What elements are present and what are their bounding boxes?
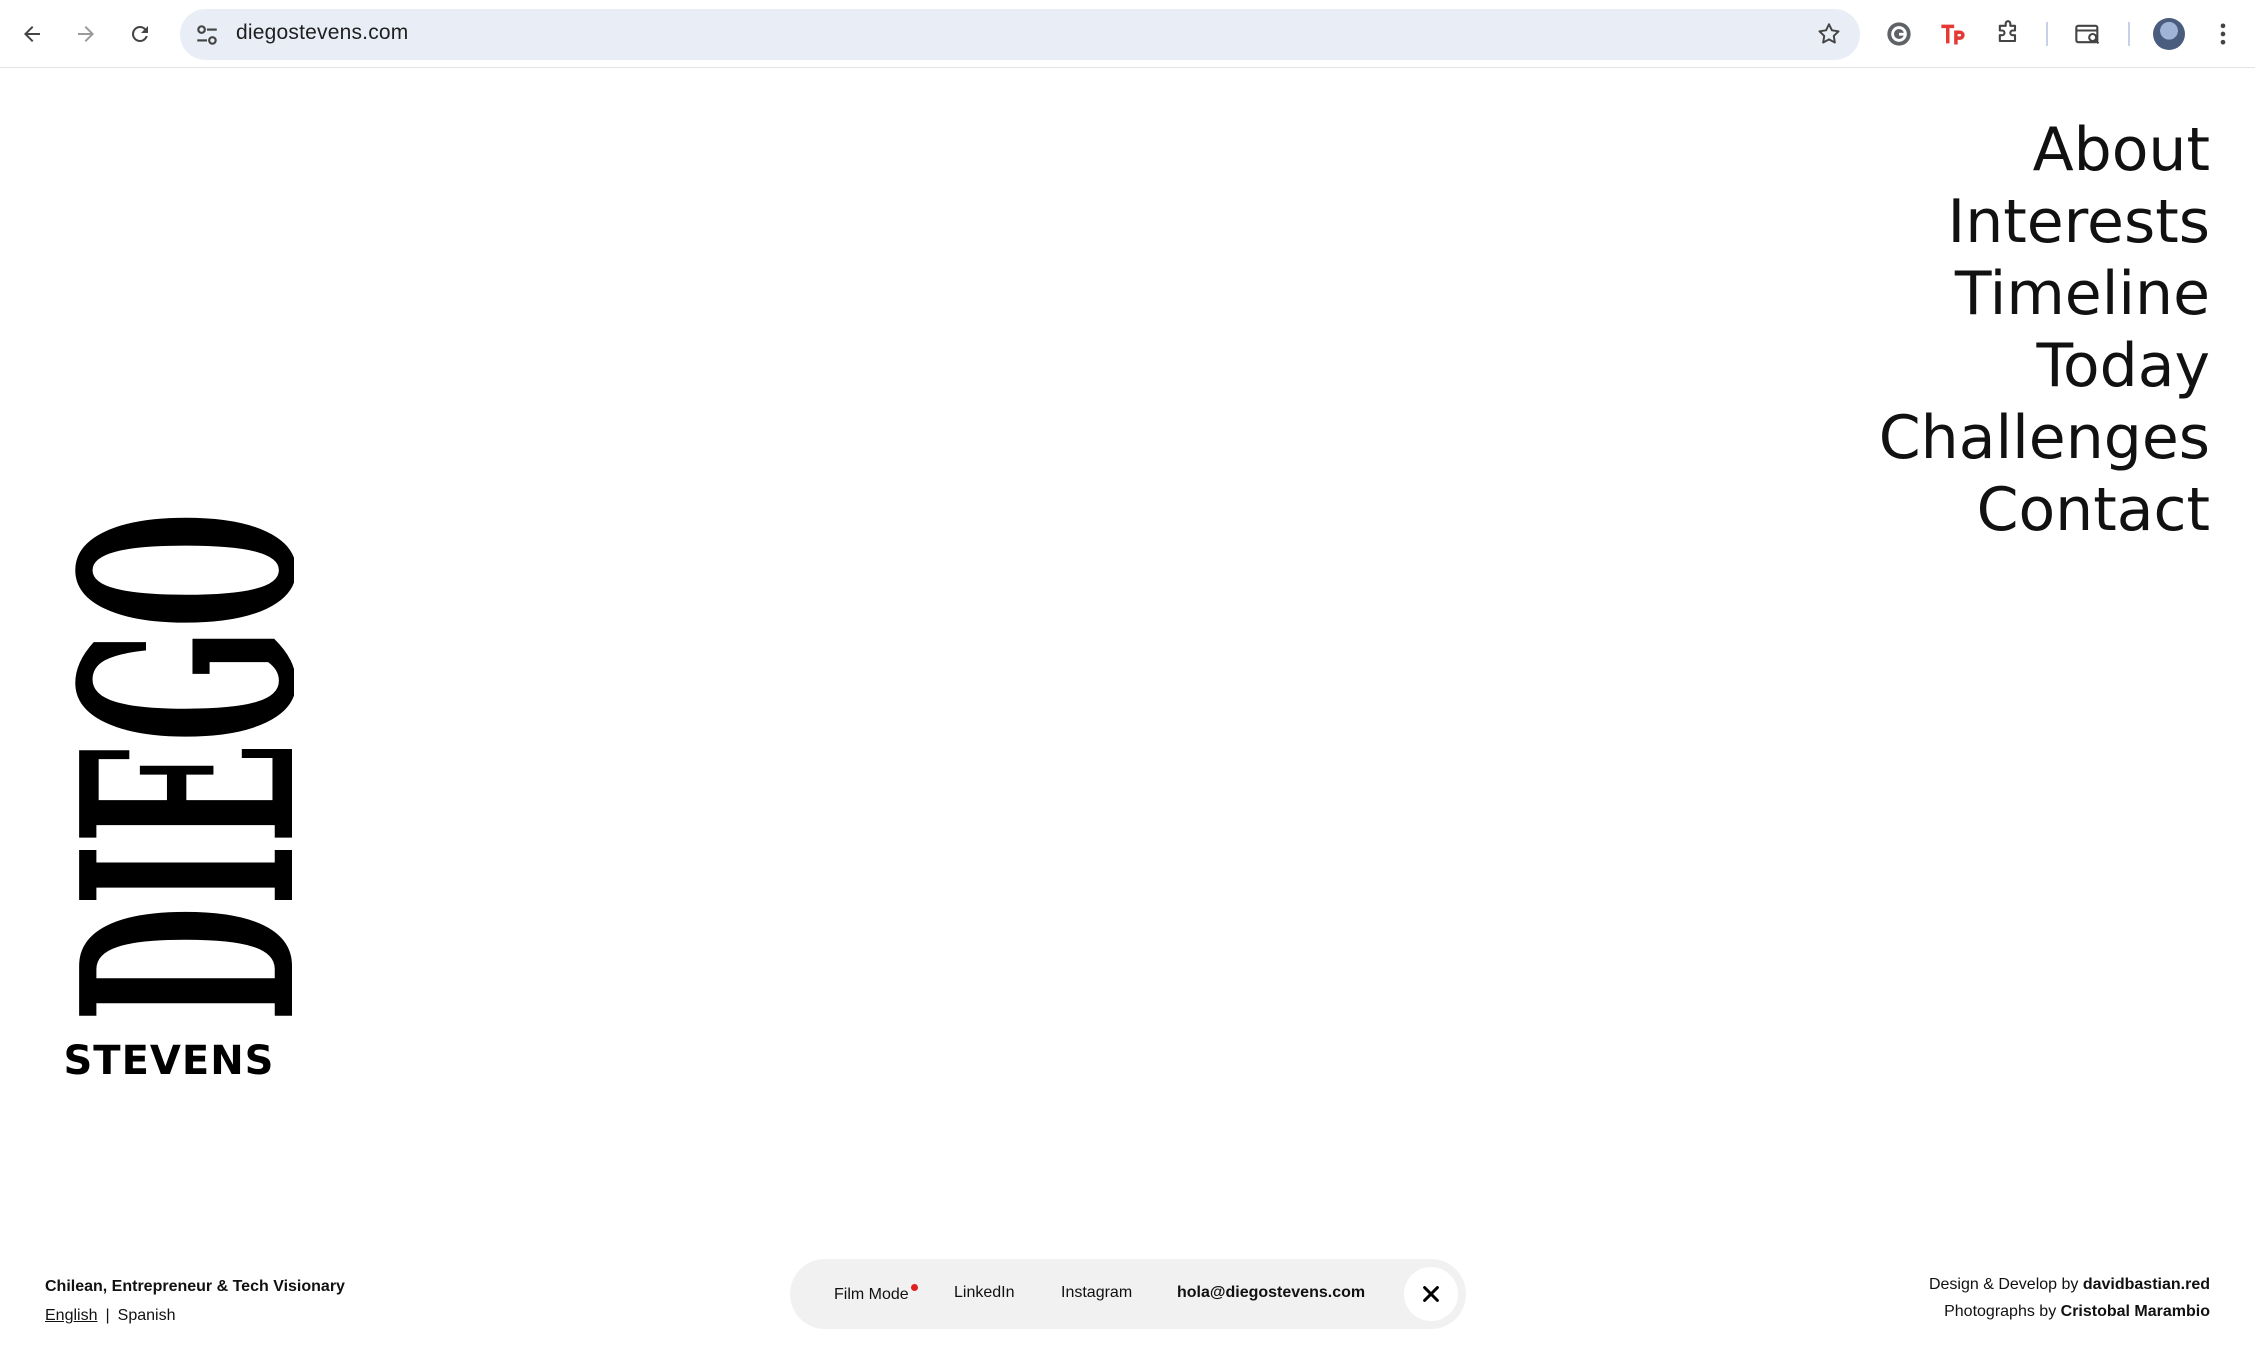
toolbar-divider (2128, 22, 2130, 46)
menu-item-contact[interactable]: Contact (1879, 474, 2210, 546)
tp-extension-icon[interactable] (1938, 19, 1968, 49)
main-menu: About Interests Timeline Today Challenge… (1879, 114, 2210, 546)
url-text: diegostevens.com (236, 21, 409, 44)
bookmark-star-icon[interactable] (1816, 21, 1842, 47)
email-link[interactable]: hola@diegostevens.com (1177, 1284, 1365, 1302)
film-mode-toggle[interactable]: Film Mode (834, 1284, 918, 1304)
site-info-icon[interactable] (194, 22, 220, 48)
profile-avatar[interactable] (2153, 18, 2185, 50)
social-pill-bar: Film Mode LinkedIn Instagram hola@diegos… (790, 1259, 1466, 1329)
film-mode-label: Film Mode (834, 1286, 909, 1303)
browser-toolbar: diegostevens.com (0, 0, 2255, 68)
photo-credit: Photographs by Cristobal Marambio (1929, 1298, 2210, 1325)
menu-item-today[interactable]: Today (1879, 330, 2210, 402)
linkedin-link[interactable]: LinkedIn (954, 1284, 1015, 1302)
back-button[interactable] (12, 14, 52, 54)
diego-stevens-logo: DIEGO STEVENS (44, 512, 294, 1084)
close-icon (1423, 1286, 1439, 1302)
logo-word-bottom: STEVENS (64, 1038, 275, 1084)
design-credit-prefix: Design & Develop by (1928, 1276, 2079, 1293)
lang-english-link[interactable]: English (45, 1307, 97, 1324)
close-pill-button[interactable] (1404, 1267, 1458, 1321)
tagline: Chilean, Entrepreneur & Tech Visionary (45, 1278, 345, 1295)
menu-item-challenges[interactable]: Challenges (1879, 402, 2210, 474)
credits: Design & Develop by davidbastian.red Pho… (1929, 1271, 2210, 1325)
forward-button[interactable] (66, 14, 106, 54)
photographer-name: Cristobal Marambio (2060, 1303, 2210, 1320)
instagram-link[interactable]: Instagram (1061, 1284, 1132, 1302)
reload-button[interactable] (120, 14, 160, 54)
menu-kebab-icon[interactable] (2208, 19, 2238, 49)
page-content: DIEGO STEVENS About Interests Timeline T… (0, 69, 2255, 1369)
language-switcher: English | Spanish (45, 1307, 175, 1325)
grammarly-extension-icon[interactable] (1884, 19, 1914, 49)
menu-item-about[interactable]: About (1879, 114, 2210, 186)
tab-search-icon[interactable] (2073, 19, 2103, 49)
reload-icon (131, 25, 148, 42)
menu-item-interests[interactable]: Interests (1879, 186, 2210, 258)
film-mode-indicator-dot (910, 1284, 918, 1291)
designer-link[interactable]: davidbastian.red (2083, 1276, 2210, 1293)
logo-word-top: DIEGO (44, 512, 294, 1022)
design-credit: Design & Develop by davidbastian.red (1929, 1271, 2210, 1298)
arrow-right-icon (78, 26, 94, 42)
extensions-puzzle-icon[interactable] (1993, 19, 2023, 49)
site-logo[interactable]: DIEGO STEVENS (44, 117, 294, 1087)
toolbar-divider (2046, 22, 2048, 46)
arrow-left-icon (24, 26, 40, 42)
address-bar[interactable]: diegostevens.com (180, 9, 1860, 60)
lang-spanish-link[interactable]: Spanish (118, 1307, 176, 1324)
photo-credit-prefix: Photographs by (1944, 1303, 2057, 1320)
lang-separator: | (105, 1307, 110, 1324)
menu-item-timeline[interactable]: Timeline (1879, 258, 2210, 330)
